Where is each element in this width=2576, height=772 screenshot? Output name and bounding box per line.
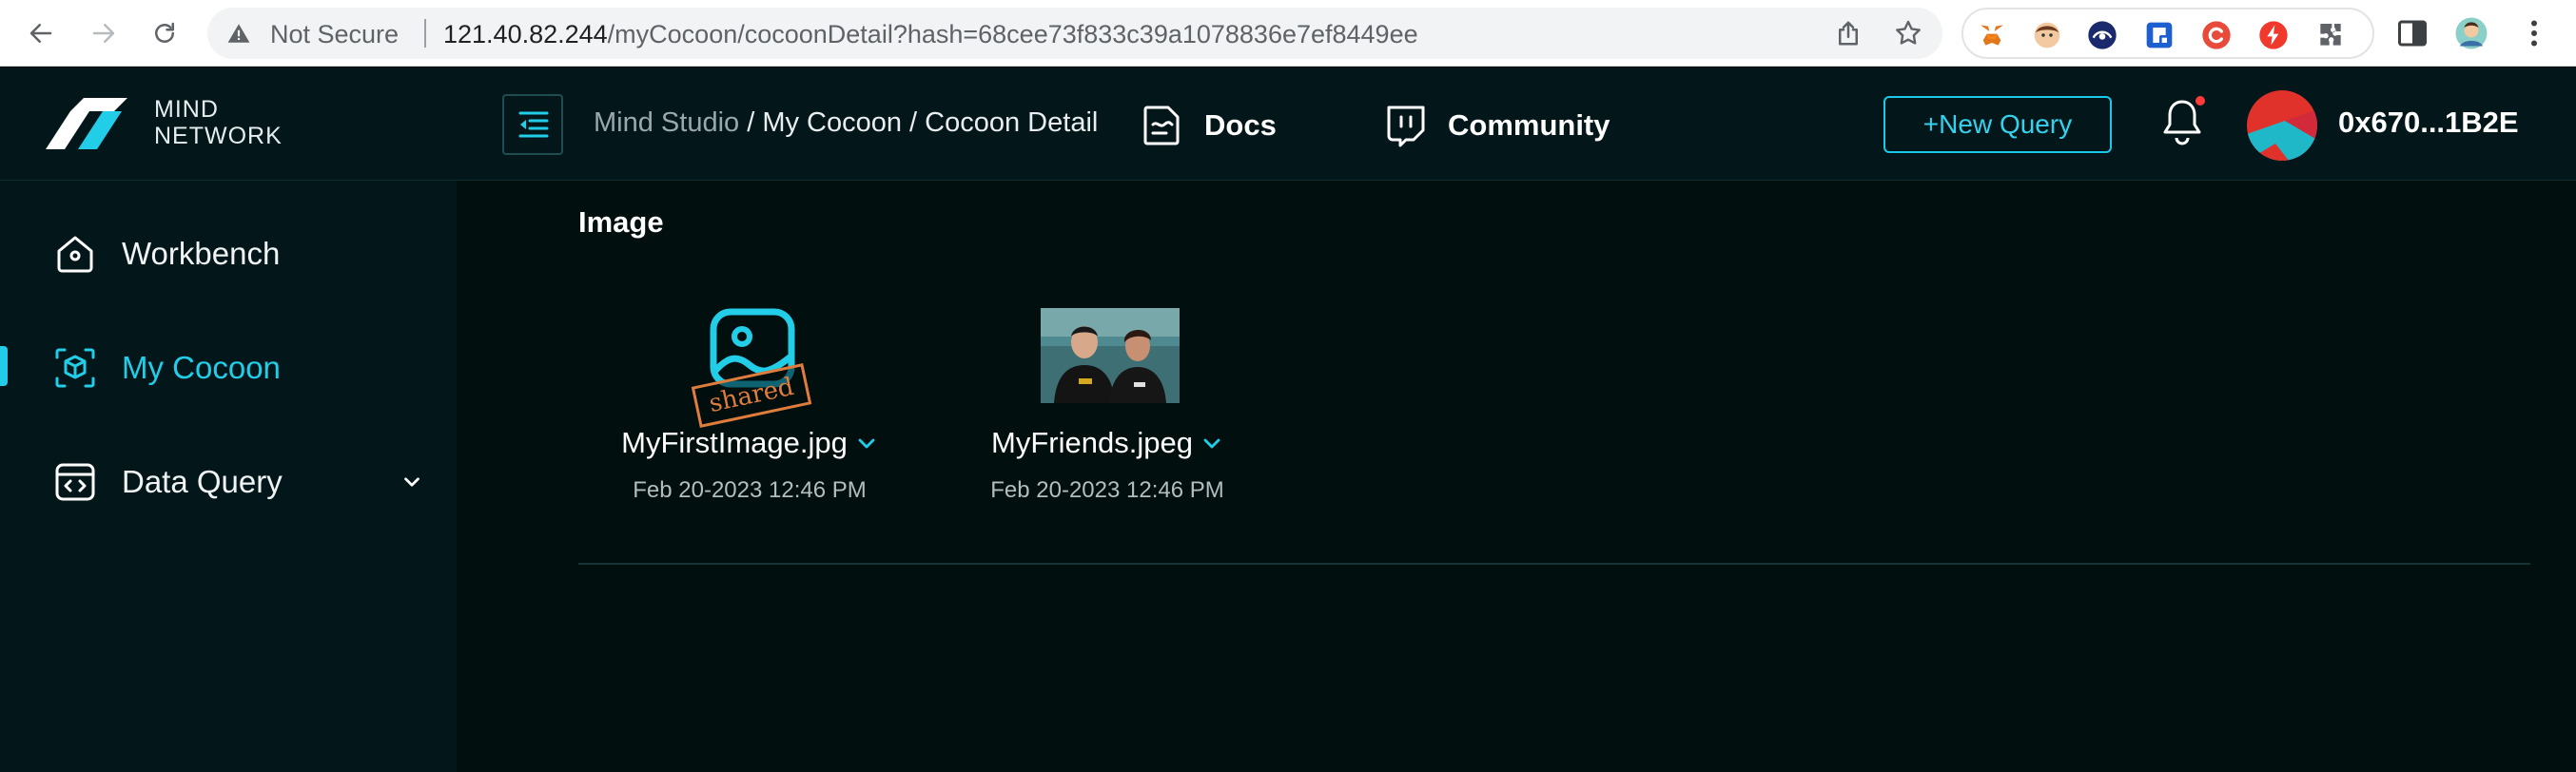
document-icon [1143,106,1180,145]
address-divider [424,19,426,48]
avatar-extension-icon[interactable] [2032,20,2062,50]
sidebar-item-workbench[interactable]: Workbench [0,213,457,289]
breadcrumb-separator: / [902,107,926,138]
docs-link[interactable]: Docs [1142,104,1277,147]
brand-area: MIND NETWORK [0,68,457,180]
file-name: MyFriends.jpeg [991,426,1193,459]
arrow-right-icon [92,24,115,43]
new-query-button[interactable]: +New Query [1883,96,2112,153]
c-extension-icon[interactable] [2201,20,2232,50]
brand-line-2: NETWORK [154,123,283,149]
docs-label: Docs [1204,108,1277,142]
file-name: MyFirstImage.jpg [621,426,848,459]
share-icon[interactable] [1834,19,1863,48]
code-window-icon [55,463,95,501]
browser-toolbar: Not Secure 121.40.82.244/myCocoon/cocoon… [0,0,2576,67]
community-link[interactable]: Community [1385,104,1610,147]
chevron-down-icon[interactable] [400,470,424,494]
forward-button[interactable] [82,11,126,55]
community-label: Community [1448,108,1610,142]
file-name-row[interactable]: MyFirstImage.jpg [578,426,921,460]
active-indicator [0,346,8,386]
chevron-down-icon[interactable] [855,432,878,454]
file-thumbnail[interactable] [1041,308,1180,403]
collapse-sidebar-button[interactable] [502,94,563,155]
file-date: Feb 20-2023 12:46 PM [990,477,1224,503]
notification-badge [2194,94,2207,107]
kebab-menu-icon[interactable] [2517,16,2551,50]
address-bar[interactable]: Not Secure 121.40.82.244/myCocoon/cocoon… [207,8,1942,59]
brand-line-1: MIND [154,96,219,123]
brand-name: MIND NETWORK [154,96,283,149]
extensions-tray [1961,8,2374,59]
sidebar-item-label: Data Query [122,464,283,499]
lock-extension-icon[interactable] [2144,20,2175,50]
file-thumbnail[interactable]: shared [683,308,822,428]
warning-icon [227,24,250,43]
breadcrumb-separator: / [739,107,763,138]
file-name-row[interactable]: MyFriends.jpeg [936,426,1278,460]
sidebar-item-my-cocoon[interactable]: My Cocoon [0,327,457,403]
metamask-fox-icon[interactable] [1977,20,2007,50]
sidebar-item-label: My Cocoon [122,350,281,385]
photo-thumbnail [1041,308,1180,403]
reload-button[interactable] [143,11,186,55]
breadcrumb-root[interactable]: Mind Studio [594,107,739,138]
url-path: /myCocoon/cocoonDetail?hash=68cee73f833c… [607,20,1418,48]
app-header: MIND NETWORK Mind Studio / My Cocoon / C… [0,68,2576,181]
wallet-address[interactable]: 0x670...1B2E [2338,106,2519,140]
wallet-avatar[interactable] [2247,90,2317,161]
cube-icon [55,348,95,388]
breadcrumb-my-cocoon[interactable]: My Cocoon [762,107,902,138]
file-card[interactable]: MyFriends.jpeg Feb 20-2023 12:46 PM [936,308,1278,508]
wallet-avatar-icon [2247,90,2317,161]
chevron-down-icon[interactable] [1200,432,1223,454]
breadcrumb-current: Cocoon Detail [925,107,1099,138]
breadcrumb: Mind Studio / My Cocoon / Cocoon Detail [594,107,1098,139]
collapse-menu-icon [518,111,549,138]
mind-network-logo[interactable] [46,98,127,149]
home-icon [57,236,93,273]
url-host: 121.40.82.244 [443,20,608,48]
twitch-icon [1387,106,1425,147]
arrow-left-icon [29,24,52,43]
file-date: Feb 20-2023 12:46 PM [633,477,867,503]
sidebar-item-label: Workbench [122,236,281,271]
security-label[interactable]: Not Secure [270,20,399,49]
sidebar-toggle-icon[interactable] [2395,16,2430,50]
sidebar: Workbench My Cocoon Data Query [0,181,457,772]
sidebar-item-data-query[interactable]: Data Query [0,441,457,517]
url-text[interactable]: 121.40.82.244/myCocoon/cocoonDetail?hash… [443,20,1418,49]
main-content: Image shared MyFirstImage.jpg Feb 20-202… [457,181,2576,772]
section-title: Image [578,205,664,239]
back-button[interactable] [19,11,63,55]
bolt-extension-icon[interactable] [2258,20,2289,50]
puzzle-extensions-icon[interactable] [2315,20,2346,50]
bookmark-star-icon[interactable] [1893,18,1923,48]
eye-extension-icon[interactable] [2087,20,2117,50]
profile-avatar-icon[interactable] [2454,16,2488,50]
section-divider [578,563,2530,565]
reload-icon [155,22,174,43]
file-card[interactable]: shared MyFirstImage.jpg Feb 20-2023 12:4… [578,308,921,508]
